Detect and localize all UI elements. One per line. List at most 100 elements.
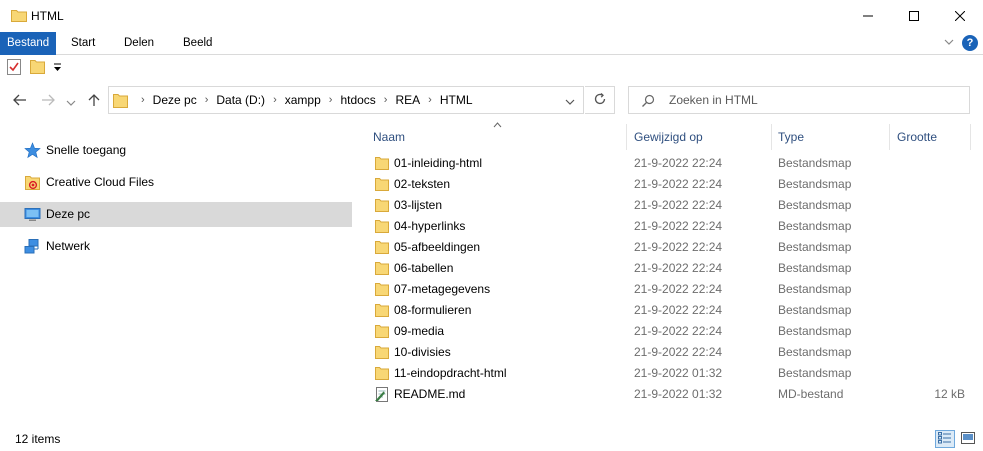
ribbon-tabs: Bestand Start Delen Beeld ? — [0, 32, 983, 55]
sidebar-item-label: Netwerk — [46, 239, 91, 253]
file-name: 06-tabellen — [394, 261, 454, 275]
forward-icon[interactable] — [40, 92, 56, 111]
properties-icon[interactable] — [7, 59, 21, 78]
file-name: README.md — [394, 387, 466, 401]
help-icon[interactable]: ? — [962, 35, 978, 51]
tab-bestand[interactable]: Bestand — [0, 32, 57, 55]
table-row[interactable]: 06-tabellen 21-9-2022 22:24 Bestandsmap — [367, 258, 971, 279]
file-type: Bestandsmap — [778, 345, 852, 359]
large-icons-view-icon — [961, 431, 975, 447]
file-date: 21-9-2022 22:24 — [634, 219, 723, 233]
file-type: Bestandsmap — [778, 177, 852, 191]
file-type: Bestandsmap — [778, 366, 852, 380]
column-header-naam[interactable]: Naam — [367, 124, 627, 150]
file-list: Naam Gewijzigd op Type Grootte 01-inleid… — [367, 120, 979, 420]
back-icon[interactable] — [12, 92, 28, 111]
breadcrumb-xampp[interactable]: xampp — [285, 93, 321, 107]
table-row[interactable]: 08-formulieren 21-9-2022 22:24 Bestandsmap — [367, 300, 971, 321]
customize-toolbar-icon[interactable] — [53, 61, 62, 75]
file-date: 21-9-2022 01:32 — [634, 366, 723, 380]
refresh-icon — [593, 92, 607, 109]
sidebar-item-deze-pc[interactable]: Deze pc — [0, 202, 352, 227]
chevron-right-icon[interactable]: › — [428, 94, 432, 106]
file-name: 09-media — [394, 324, 445, 338]
file-type: Bestandsmap — [778, 198, 852, 212]
star-icon — [24, 142, 41, 159]
breadcrumb-htdocs[interactable]: htdocs — [340, 93, 375, 107]
chevron-right-icon[interactable]: › — [273, 94, 277, 106]
chevron-right-icon[interactable]: › — [384, 94, 388, 106]
sidebar-item-netwerk[interactable]: Netwerk — [0, 234, 352, 259]
file-type: Bestandsmap — [778, 303, 852, 317]
chevron-down-icon[interactable] — [564, 96, 576, 110]
up-icon[interactable] — [86, 92, 102, 111]
creative-cloud-folder-icon — [24, 174, 41, 191]
recent-locations-icon[interactable] — [66, 96, 76, 110]
folder-icon — [375, 177, 389, 194]
file-type: Bestandsmap — [778, 240, 852, 254]
status-bar: 12 items — [0, 428, 983, 451]
table-row[interactable]: 03-lijsten 21-9-2022 22:24 Bestandsmap — [367, 195, 971, 216]
file-name: 05-afbeeldingen — [394, 240, 481, 254]
large-icons-view-button[interactable] — [958, 430, 978, 448]
table-row[interactable]: 01-inleiding-html 21-9-2022 22:24 Bestands… — [367, 153, 971, 174]
file-name: 10-divisies — [394, 345, 451, 359]
navigation-bar: › Deze pc › Data (D:) › xampp › htdocs ›… — [0, 84, 983, 116]
file-date: 21-9-2022 22:24 — [634, 282, 723, 296]
chevron-right-icon[interactable]: › — [205, 94, 209, 106]
file-name: 04-hyperlinks — [394, 219, 466, 233]
search-icon — [641, 94, 655, 111]
file-name: 08-formulieren — [394, 303, 472, 317]
file-size: 12 kB — [934, 387, 965, 401]
sidebar-item-label: Creative Cloud Files — [46, 175, 155, 189]
table-row[interactable]: 07-metagegevens 21-9-2022 22:24 Bestandsma… — [367, 279, 971, 300]
window-title: HTML — [31, 9, 64, 23]
table-row[interactable]: 11-eindopdracht-html 21-9-2022 01:32 Besta… — [367, 363, 971, 384]
navigation-pane: Snelle toegang Creative Cloud Files Deze… — [0, 122, 355, 422]
sidebar-item-creative-cloud-files[interactable]: Creative Cloud Files — [0, 170, 352, 195]
folder-icon — [375, 366, 389, 383]
tab-beeld[interactable]: Beeld — [176, 32, 219, 55]
file-name: 03-lijsten — [394, 198, 443, 212]
table-row[interactable]: 02-teksten 21-9-2022 22:24 Bestandsmap — [367, 174, 971, 195]
details-view-button[interactable] — [935, 430, 955, 448]
minimize-button[interactable] — [845, 0, 891, 32]
file-type: MD-bestand — [778, 387, 844, 401]
sidebar-item-snelle-toegang[interactable]: Snelle toegang — [0, 138, 352, 163]
breadcrumb-html[interactable]: HTML — [440, 93, 473, 107]
breadcrumb-rea[interactable]: REA — [395, 93, 420, 107]
chevron-right-icon[interactable]: › — [141, 94, 145, 106]
chevron-down-icon[interactable] — [943, 36, 955, 51]
breadcrumb-data-d[interactable]: Data (D:) — [216, 93, 265, 107]
tab-delen[interactable]: Delen — [117, 32, 161, 55]
column-header-type[interactable]: Type — [772, 124, 890, 150]
folder-icon — [113, 93, 128, 111]
refresh-button[interactable] — [585, 86, 615, 114]
quick-access-toolbar — [0, 56, 983, 78]
folder-icon — [375, 198, 389, 215]
new-folder-icon[interactable] — [30, 59, 45, 77]
chevron-right-icon[interactable]: › — [329, 94, 333, 106]
table-row[interactable]: README.md 21-9-2022 01:32 MD-bestand 12 kB — [367, 384, 971, 405]
table-row[interactable]: 10-divisies 21-9-2022 22:24 Bestandsmap — [367, 342, 971, 363]
tab-start[interactable]: Start — [64, 32, 102, 55]
file-type: Bestandsmap — [778, 324, 852, 338]
column-header-gewijzigd-op[interactable]: Gewijzigd op — [628, 124, 772, 150]
folder-icon — [375, 240, 389, 257]
sidebar-item-label: Snelle toegang — [46, 143, 127, 157]
breadcrumb-deze-pc[interactable]: Deze pc — [153, 93, 197, 107]
address-bar[interactable]: › Deze pc › Data (D:) › xampp › htdocs ›… — [108, 86, 584, 114]
file-type: Bestandsmap — [778, 282, 852, 296]
file-type: Bestandsmap — [778, 261, 852, 275]
close-button[interactable] — [937, 0, 983, 32]
file-date: 21-9-2022 22:24 — [634, 177, 723, 191]
folder-icon — [375, 345, 389, 362]
search-input[interactable] — [669, 91, 959, 109]
table-row[interactable]: 09-media 21-9-2022 22:24 Bestandsmap — [367, 321, 971, 342]
file-date: 21-9-2022 22:24 — [634, 156, 723, 170]
table-row[interactable]: 05-afbeeldingen 21-9-2022 22:24 Bestandsma… — [367, 237, 971, 258]
table-row[interactable]: 04-hyperlinks 21-9-2022 22:24 Bestandsmap — [367, 216, 971, 237]
folder-icon — [375, 219, 389, 236]
column-header-grootte[interactable]: Grootte — [891, 124, 971, 150]
maximize-button[interactable] — [891, 0, 937, 32]
